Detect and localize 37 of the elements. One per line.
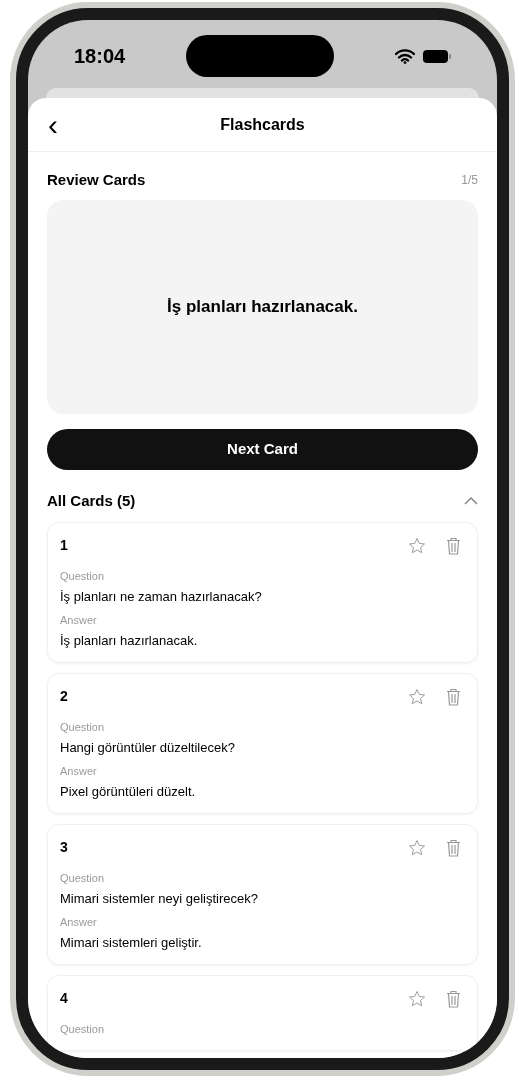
field-text: Hangi görüntüler düzeltilecek? — [60, 738, 236, 757]
flashcard-text: İş planları hazırlanacak. — [167, 295, 358, 318]
star-icon[interactable] — [408, 838, 426, 857]
field-text: Mimari sistemler neyi geliştirecek? — [60, 889, 259, 908]
field-label: Question — [60, 1022, 106, 1037]
back-button[interactable]: ‹ — [48, 109, 58, 140]
star-icon[interactable] — [408, 989, 426, 1008]
next-card-button[interactable]: Next Card — [47, 428, 478, 470]
trash-icon[interactable] — [446, 687, 461, 706]
star-icon[interactable] — [408, 536, 426, 555]
trash-icon[interactable] — [446, 989, 461, 1008]
field-label: Question — [60, 871, 106, 886]
star-icon[interactable] — [408, 687, 426, 706]
card-number: 3 — [60, 838, 68, 857]
card-number: 4 — [60, 989, 68, 1008]
field-label: Answer — [60, 915, 98, 930]
trash-icon[interactable] — [446, 536, 461, 555]
flashcard[interactable]: İş planları hazırlanacak. — [47, 199, 478, 414]
screen-title: Flashcards — [220, 114, 305, 135]
section-title: Review Cards — [47, 170, 146, 190]
section-title: All Cards (5) — [47, 490, 136, 511]
field-label: Answer — [60, 764, 98, 779]
card-counter: 1/5 — [461, 172, 478, 190]
field-text: İş planları ne zaman hazırlanacak? — [60, 587, 263, 606]
field-label: Question — [60, 569, 106, 584]
status-time: 18:04 — [74, 44, 126, 69]
trash-icon[interactable] — [446, 838, 461, 857]
card-number: 2 — [60, 687, 68, 706]
wifi-icon — [395, 48, 415, 64]
chevron-icon[interactable] — [464, 496, 478, 506]
field-text: Pixel görüntüleri düzelt. — [60, 782, 197, 801]
field-text: Mimari sistemleri geliştir. — [60, 933, 203, 952]
battery-icon — [423, 49, 451, 63]
field-label: Question — [60, 720, 106, 735]
field-label: Answer — [60, 613, 98, 628]
field-text: İş planları hazırlanacak. — [60, 631, 199, 650]
card-number: 1 — [60, 536, 68, 555]
